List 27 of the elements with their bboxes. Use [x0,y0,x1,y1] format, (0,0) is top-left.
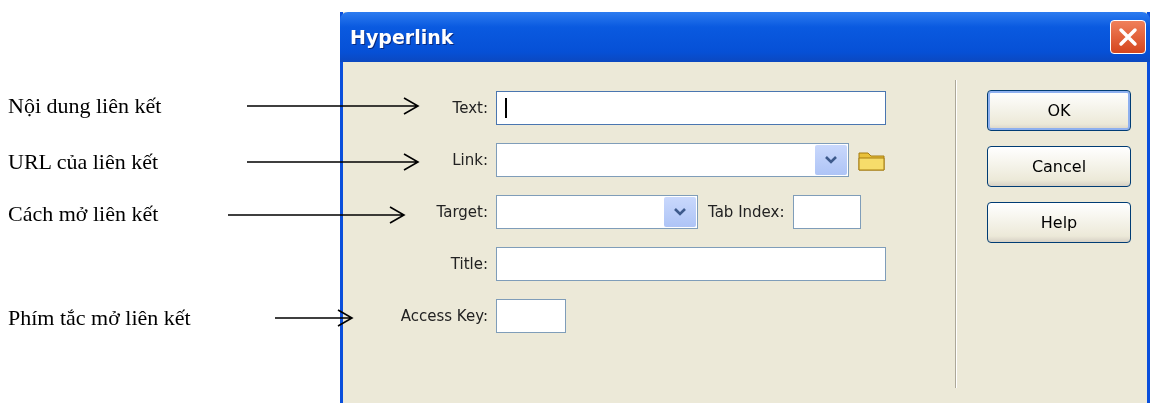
chevron-icon [824,155,838,165]
input-field[interactable] [792,195,861,229]
chevron-icon [673,207,687,217]
field-label: Text: [451,99,488,117]
input-field[interactable] [496,143,849,177]
input-field[interactable] [496,299,566,333]
input-field[interactable] [496,247,886,281]
close-icon [1117,26,1139,48]
window-title: Hyperlink [350,26,454,48]
dialog-button[interactable]: Cancel [987,146,1131,187]
text-cursor [505,98,507,118]
dialog-button[interactable]: OK [987,90,1131,131]
annotation-label: Cách mở liên kết [8,201,159,227]
input-field[interactable] [496,91,886,125]
field-label: Access Key: [399,307,488,325]
dropdown-button[interactable] [664,197,696,227]
field-label: Tab Index: [708,203,785,221]
dialog-button[interactable]: Help [987,202,1131,243]
close-button[interactable] [1110,20,1146,54]
field-label: Target: [435,203,488,221]
annotation-label: Phím tắc mở liên kết [8,305,191,331]
input-field[interactable] [496,195,698,229]
dropdown-button[interactable] [815,145,847,175]
field-label: Title: [449,255,488,273]
annotation-label: Nội dung liên kết [8,93,162,119]
annotation-label: URL của liên kết [8,149,159,175]
field-label: Link: [451,151,488,169]
